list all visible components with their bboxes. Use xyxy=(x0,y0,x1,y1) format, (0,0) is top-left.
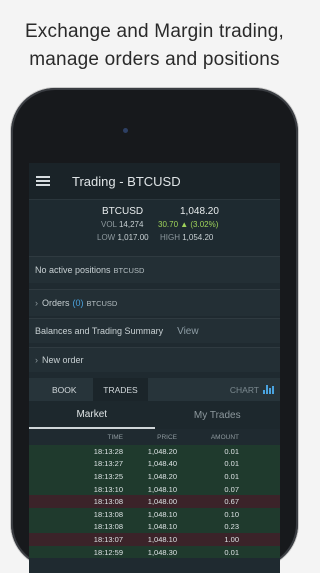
headline-line-1: Exchange and Margin trading, xyxy=(24,21,285,42)
balances-label: Balances and Trading Summary xyxy=(35,326,164,336)
high-label: HIGH xyxy=(160,233,180,242)
cell-price: 1,048.10 xyxy=(147,509,177,519)
cell-amount: 0.01 xyxy=(224,459,239,469)
trades-subtabs: Market My Trades xyxy=(29,401,280,429)
cell-amount: 0.07 xyxy=(224,484,239,494)
trades-table-header: TIME PRICE AMOUNT xyxy=(29,429,280,445)
tab-trades[interactable]: TRADES xyxy=(93,378,148,401)
phone-frame: Trading - BTCUSD BTCUSD 1,048.20 VOL 14,… xyxy=(11,88,298,573)
subtab-market[interactable]: Market xyxy=(29,401,155,429)
tab-chart[interactable]: CHART xyxy=(230,378,274,401)
ticker-price: 1,048.20 xyxy=(180,206,219,217)
cell-amount: 0.67 xyxy=(224,497,239,507)
low-value: 1,017.00 xyxy=(117,233,149,242)
chevron-right-icon: › xyxy=(35,355,38,365)
table-row: 18:13:08 1,048.10 0.23 xyxy=(29,520,280,534)
table-row: 18:13:28 1,048.20 0.01 xyxy=(29,445,280,458)
headline-line-2: manage orders and positions xyxy=(29,49,280,70)
cell-price: 1,048.00 xyxy=(147,497,177,507)
high-value: 1,054.20 xyxy=(182,233,214,242)
low-label: LOW xyxy=(97,233,116,242)
trades-table-body: 18:13:28 1,048.20 0.01 18:13:27 1,048.40 0.0… xyxy=(29,445,280,559)
chevron-right-icon: › xyxy=(35,298,38,308)
orders-label: Orders xyxy=(42,298,70,308)
hamburger-menu-icon[interactable] xyxy=(36,176,50,186)
positions-row: No active positions BTCUSD xyxy=(29,256,280,283)
ticker-low: LOW 1,017.00 xyxy=(97,233,149,242)
front-camera-icon xyxy=(123,128,128,133)
bar-chart-icon xyxy=(263,385,274,394)
headline: Exchange and Margin trading, manage orde… xyxy=(0,18,309,74)
cell-price: 1,048.10 xyxy=(147,522,177,532)
app-screen: Trading - BTCUSD BTCUSD 1,048.20 VOL 14,… xyxy=(29,163,280,573)
volume-value: 14,274 xyxy=(118,220,144,229)
cell-time: 18:13:07 xyxy=(93,534,123,544)
table-row: 18:13:27 1,048.40 0.01 xyxy=(29,457,280,471)
cell-time: 18:13:27 xyxy=(93,459,123,469)
cell-time: 18:13:08 xyxy=(93,522,123,532)
cell-time: 18:13:08 xyxy=(93,509,123,519)
table-row: 18:13:25 1,048.20 0.01 xyxy=(29,470,280,483)
column-price: PRICE xyxy=(157,433,177,441)
tab-chart-label: CHART xyxy=(229,384,259,395)
column-time: TIME xyxy=(107,433,123,441)
ticker-volume: VOL 14,274 xyxy=(101,220,143,229)
cell-price: 1,048.20 xyxy=(147,446,177,456)
ticker-symbol: BTCUSD xyxy=(102,206,144,217)
new-order-row[interactable]: › New order xyxy=(29,347,280,372)
cell-amount: 0.01 xyxy=(224,446,239,456)
cell-price: 1,048.10 xyxy=(147,484,177,494)
subtab-my-trades[interactable]: My Trades xyxy=(155,401,281,429)
cell-price: 1,048.10 xyxy=(147,534,177,544)
table-row: 18:13:07 1,048.10 1.00 xyxy=(29,533,280,546)
orders-count: (0) xyxy=(72,298,84,308)
cell-time: 18:13:10 xyxy=(93,484,123,494)
new-order-label: New order xyxy=(42,355,84,365)
cell-time: 18:13:08 xyxy=(93,497,123,507)
orders-row[interactable]: › Orders (0) BTCUSD xyxy=(29,289,280,316)
table-row: 18:13:10 1,048.10 0.07 xyxy=(29,482,280,496)
balances-row: Balances and Trading Summary View xyxy=(29,318,280,343)
tab-book[interactable]: BOOK xyxy=(52,378,77,401)
column-amount: AMOUNT xyxy=(210,433,239,441)
view-balances-link[interactable]: View xyxy=(177,326,199,337)
table-row: 18:13:08 1,048.00 0.67 xyxy=(29,495,280,508)
cell-amount: 0.23 xyxy=(224,522,239,532)
positions-symbol: BTCUSD xyxy=(113,265,145,275)
ticker-panel: BTCUSD 1,048.20 VOL 14,274 30.70 ▲ (3.02… xyxy=(29,199,280,250)
cell-time: 18:13:28 xyxy=(93,446,123,456)
volume-label: VOL xyxy=(101,220,117,229)
ticker-change: 30.70 ▲ (3.02%) xyxy=(158,220,219,229)
cell-amount: 0.10 xyxy=(224,509,239,519)
cell-amount: 0.01 xyxy=(224,471,239,481)
table-row: 18:13:08 1,048.10 0.10 xyxy=(29,507,280,521)
cell-price: 1,048.40 xyxy=(147,459,177,469)
page-title: Trading - BTCUSD xyxy=(72,173,181,189)
orders-symbol: BTCUSD xyxy=(86,298,118,308)
data-tabs: BOOK TRADES CHART xyxy=(29,378,280,401)
ticker-high: HIGH 1,054.20 xyxy=(160,233,213,242)
cell-time: 18:13:25 xyxy=(93,471,123,481)
cell-amount: 1.00 xyxy=(224,534,239,544)
positions-text: No active positions xyxy=(35,265,111,275)
app-header: Trading - BTCUSD xyxy=(29,163,280,199)
cell-price: 1,048.20 xyxy=(147,471,177,481)
table-row: 18:12:59 1,048.30 0.01 xyxy=(29,545,280,559)
